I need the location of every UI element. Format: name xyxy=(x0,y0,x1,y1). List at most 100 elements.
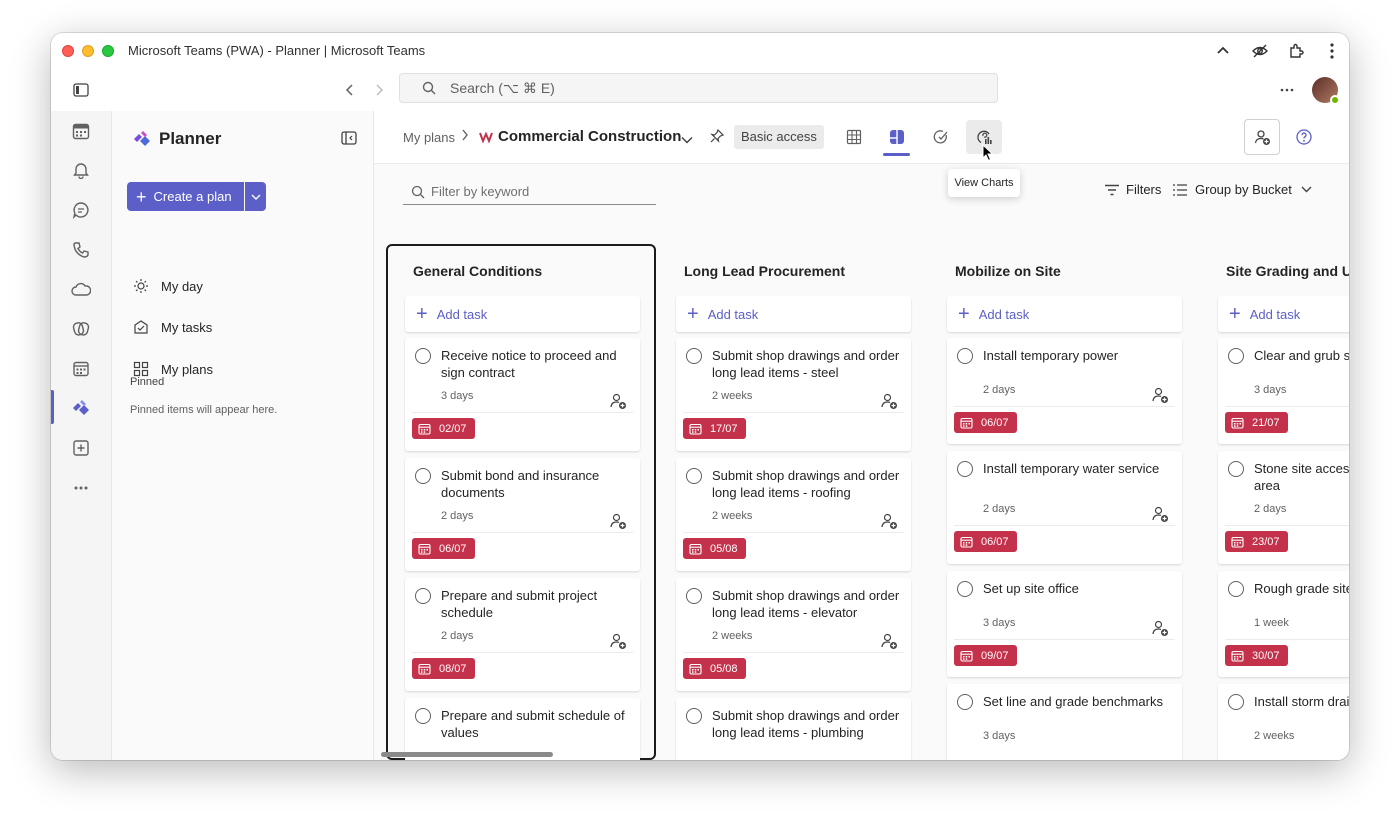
board-view-icon[interactable] xyxy=(887,127,907,147)
task-card[interactable]: Receive notice to proceed and sign contr… xyxy=(405,338,640,451)
chevron-down-icon[interactable] xyxy=(681,131,693,149)
group-by-button[interactable]: Group by Bucket xyxy=(1172,182,1312,197)
eye-slash-icon[interactable] xyxy=(1250,41,1270,61)
task-card[interactable]: Submit shop drawings and order long lead… xyxy=(676,578,911,691)
task-card[interactable]: Rough grade site 1 week 30/07 xyxy=(1218,571,1349,677)
due-date-badge[interactable]: 06/07 xyxy=(954,412,1017,433)
due-date-badge[interactable]: 05/08 xyxy=(683,538,746,559)
complete-task-checkbox[interactable] xyxy=(1228,348,1244,364)
task-card[interactable]: Clear and grub sit 3 days 21/07 xyxy=(1218,338,1349,444)
chat-icon[interactable] xyxy=(70,199,92,221)
close-window-button[interactable] xyxy=(62,45,74,57)
extension-icon[interactable] xyxy=(1286,41,1306,61)
calendar-grid-icon[interactable] xyxy=(70,358,92,380)
assign-person-icon[interactable] xyxy=(609,392,627,410)
assign-person-icon[interactable] xyxy=(609,512,627,530)
bell-icon[interactable] xyxy=(70,159,92,181)
task-card[interactable]: Prepare and submit schedule of values xyxy=(405,698,640,760)
add-task-button[interactable]: + Add task xyxy=(405,296,640,332)
assign-person-icon[interactable] xyxy=(1151,619,1169,637)
loop-icon[interactable] xyxy=(70,318,92,340)
task-card[interactable]: Prepare and submit project schedule 2 day… xyxy=(405,578,640,691)
add-task-button[interactable]: + Add task xyxy=(1218,296,1349,332)
complete-task-checkbox[interactable] xyxy=(1228,694,1244,710)
task-card[interactable]: Stone site access a parking area 2 days 23… xyxy=(1218,451,1349,564)
complete-task-checkbox[interactable] xyxy=(686,708,702,724)
task-card[interactable]: Install temporary water service 2 days 06/… xyxy=(947,451,1182,564)
minimize-window-button[interactable] xyxy=(82,45,94,57)
more-apps-icon[interactable] xyxy=(70,477,92,499)
due-date-badge[interactable]: 30/07 xyxy=(1225,645,1288,666)
assign-person-icon[interactable] xyxy=(1151,386,1169,404)
complete-task-checkbox[interactable] xyxy=(686,348,702,364)
add-app-icon[interactable] xyxy=(70,437,92,459)
kebab-menu-icon[interactable] xyxy=(1322,41,1342,61)
task-card[interactable]: Submit bond and insurance documents 2 day… xyxy=(405,458,640,571)
complete-task-checkbox[interactable] xyxy=(957,348,973,364)
assign-person-icon[interactable] xyxy=(609,632,627,650)
help-icon[interactable] xyxy=(1296,129,1312,150)
task-card[interactable]: Submit shop drawings and order long lead… xyxy=(676,698,911,760)
complete-task-checkbox[interactable] xyxy=(415,708,431,724)
task-card[interactable]: Submit shop drawings and order long lead… xyxy=(676,338,911,451)
forward-arrow-icon[interactable] xyxy=(369,80,389,100)
due-date-badge[interactable]: 08/07 xyxy=(412,658,475,679)
bucket-title[interactable]: Site Grading and Ut xyxy=(1226,263,1349,279)
nav-my-tasks[interactable]: My tasks xyxy=(133,316,212,338)
planner-icon[interactable] xyxy=(70,397,92,419)
assign-person-icon[interactable] xyxy=(880,512,898,530)
assign-person-icon[interactable] xyxy=(880,632,898,650)
phone-icon[interactable] xyxy=(70,239,92,261)
filters-button[interactable]: Filters xyxy=(1104,182,1161,197)
add-task-button[interactable]: + Add task xyxy=(947,296,1182,332)
due-date-badge[interactable]: 06/07 xyxy=(412,538,475,559)
due-date-badge[interactable]: 21/07 xyxy=(1225,412,1288,433)
filter-keyword-input[interactable]: Filter by keyword xyxy=(403,179,656,205)
add-task-button[interactable]: + Add task xyxy=(676,296,911,332)
grid-view-icon[interactable] xyxy=(844,127,864,147)
task-card[interactable]: Install storm drain 2 weeks xyxy=(1218,684,1349,760)
complete-task-checkbox[interactable] xyxy=(1228,581,1244,597)
nav-my-day[interactable]: My day xyxy=(133,275,203,297)
plan-title[interactable]: Commercial Construction xyxy=(498,128,681,145)
due-date-badge[interactable]: 06/07 xyxy=(954,531,1017,552)
horizontal-scrollbar[interactable] xyxy=(381,752,553,757)
assign-person-icon[interactable] xyxy=(880,392,898,410)
due-date-badge[interactable]: 02/07 xyxy=(412,418,475,439)
due-date-badge[interactable]: 09/07 xyxy=(954,645,1017,666)
due-date-badge[interactable]: 05/08 xyxy=(683,658,746,679)
bucket-title[interactable]: Mobilize on Site xyxy=(955,263,1061,279)
pin-icon[interactable] xyxy=(710,128,725,148)
complete-task-checkbox[interactable] xyxy=(415,468,431,484)
task-card[interactable]: Submit shop drawings and order long lead… xyxy=(676,458,911,571)
complete-task-checkbox[interactable] xyxy=(415,588,431,604)
breadcrumb-my-plans[interactable]: My plans xyxy=(403,130,455,145)
complete-task-checkbox[interactable] xyxy=(957,461,973,477)
create-plan-dropdown[interactable] xyxy=(245,182,266,211)
task-card[interactable]: Set line and grade benchmarks 3 days xyxy=(947,684,1182,760)
bucket-title[interactable]: Long Lead Procurement xyxy=(684,263,845,279)
create-plan-button[interactable]: + Create a plan xyxy=(127,182,244,211)
complete-task-checkbox[interactable] xyxy=(957,581,973,597)
task-card[interactable]: Install temporary power 2 days 06/07 xyxy=(947,338,1182,444)
back-arrow-icon[interactable] xyxy=(340,80,360,100)
complete-task-checkbox[interactable] xyxy=(957,694,973,710)
due-date-badge[interactable]: 17/07 xyxy=(683,418,746,439)
complete-task-checkbox[interactable] xyxy=(686,588,702,604)
complete-task-checkbox[interactable] xyxy=(686,468,702,484)
complete-task-checkbox[interactable] xyxy=(415,348,431,364)
chevron-up-icon[interactable] xyxy=(1213,41,1233,61)
zoom-window-button[interactable] xyxy=(102,45,114,57)
share-plan-button[interactable] xyxy=(1244,119,1280,155)
assign-person-icon[interactable] xyxy=(1151,505,1169,523)
more-options-icon[interactable] xyxy=(1277,80,1297,100)
sidebar-toggle-icon[interactable] xyxy=(71,80,91,100)
schedule-view-icon[interactable] xyxy=(931,127,951,147)
collapse-panel-icon[interactable] xyxy=(341,131,357,150)
search-box[interactable]: Search (⌥ ⌘ E) xyxy=(399,73,998,103)
user-avatar[interactable] xyxy=(1312,77,1340,105)
calendar-icon[interactable] xyxy=(70,120,92,142)
cloud-icon[interactable] xyxy=(70,279,92,301)
bucket-title[interactable]: General Conditions xyxy=(413,263,542,279)
complete-task-checkbox[interactable] xyxy=(1228,461,1244,477)
